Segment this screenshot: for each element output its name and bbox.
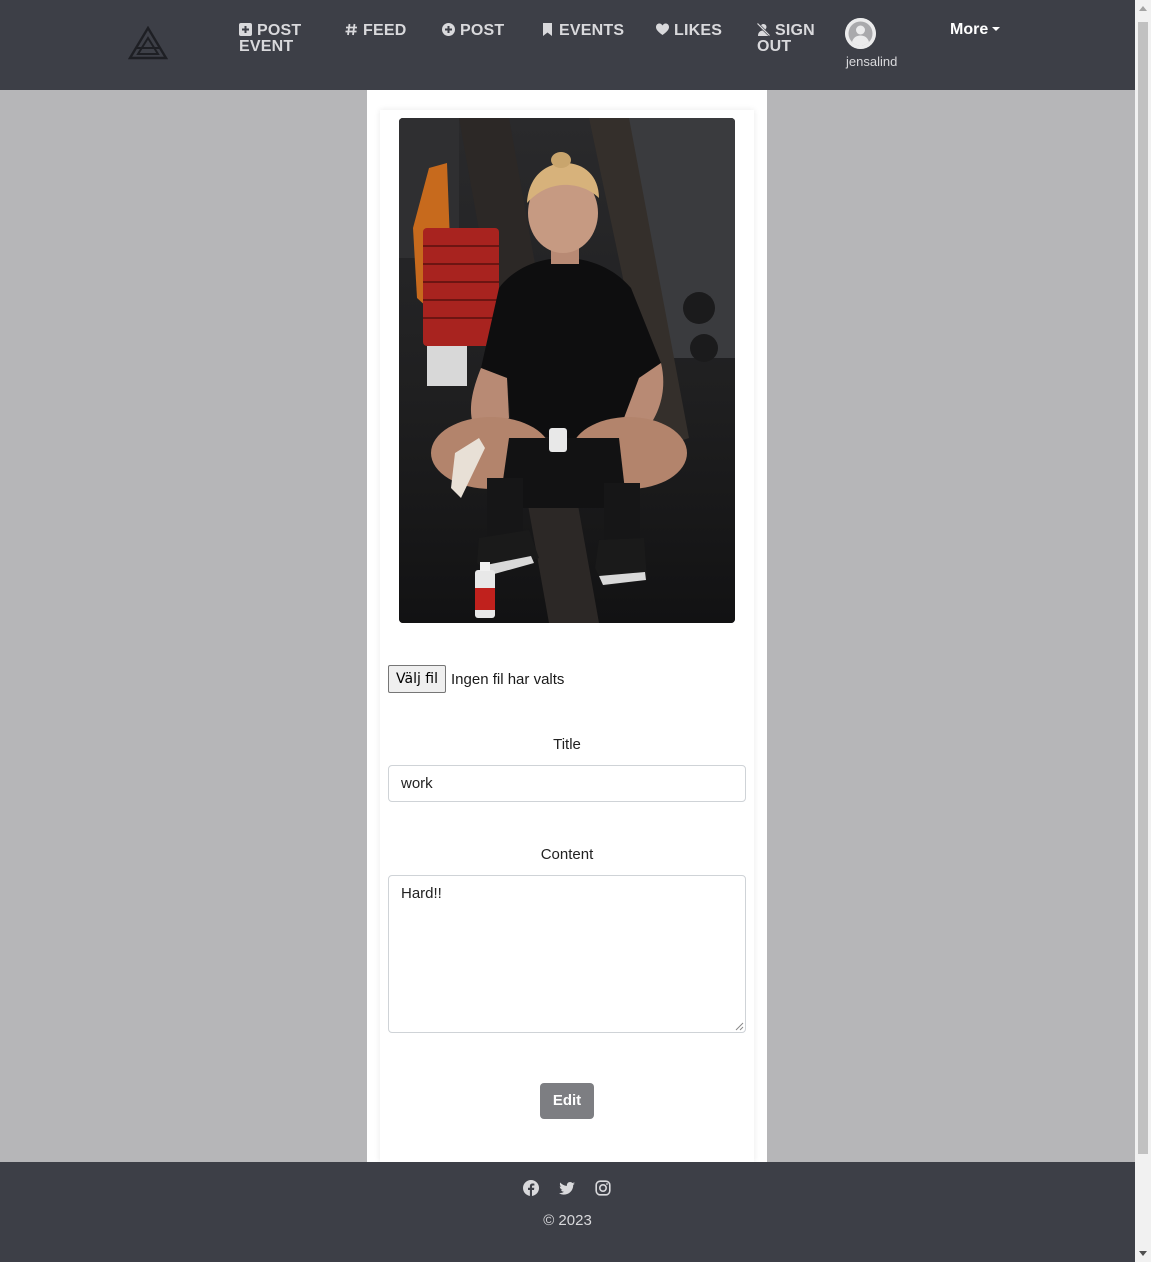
username: jensalind — [846, 54, 898, 69]
facebook-icon[interactable] — [523, 1180, 539, 1196]
file-status: Ingen fil har valts — [451, 670, 565, 688]
resize-handle-icon[interactable] — [735, 1022, 744, 1031]
twitter-icon[interactable] — [559, 1180, 575, 1196]
nav-feed-label: FEED — [363, 22, 407, 39]
post-image — [399, 118, 735, 623]
instagram-icon[interactable] — [595, 1180, 611, 1196]
plus-circle-icon — [442, 23, 455, 36]
choose-file-button[interactable]: Välj fil — [388, 665, 447, 693]
nav-sign-out-label: SIGN — [775, 22, 815, 39]
scroll-down-icon[interactable] — [1139, 1251, 1147, 1256]
nav-post-event[interactable]: POST EVENT — [239, 23, 301, 55]
nav-likes[interactable]: LIKES — [656, 23, 722, 39]
hashtag-icon — [345, 23, 358, 36]
heart-icon — [656, 23, 669, 36]
edit-button[interactable]: Edit — [540, 1083, 594, 1119]
caret-down-icon — [992, 27, 1001, 31]
nav-likes-label: LIKES — [674, 22, 723, 39]
navbar: POST EVENT FEED POST EVENTS LIKES SIGN O… — [0, 0, 1135, 90]
nav-sign-out-label-2: OUT — [757, 38, 792, 55]
scroll-up-icon[interactable] — [1139, 6, 1147, 11]
nav-post-event-label-2: EVENT — [239, 38, 294, 55]
scrollbar[interactable] — [1135, 0, 1151, 1262]
nav-events-label: EVENTS — [559, 22, 625, 39]
sign-out-icon — [757, 23, 770, 36]
content-textarea[interactable]: Hard!! — [388, 875, 746, 1033]
bookmark-icon — [541, 23, 554, 36]
copyright: © 2023 — [543, 1212, 592, 1229]
edit-post-form: Välj fil Ingen fil har valts Title work … — [380, 110, 754, 1162]
nav-feed[interactable]: FEED — [345, 23, 406, 39]
title-input[interactable]: work — [388, 765, 746, 802]
avatar — [845, 18, 876, 49]
plus-square-icon — [239, 23, 252, 36]
logo-icon[interactable] — [127, 25, 169, 60]
profile-link[interactable]: jensalind — [845, 18, 905, 69]
more-label: More — [950, 21, 989, 38]
nav-sign-out[interactable]: SIGN OUT — [757, 23, 815, 55]
more-dropdown[interactable]: More — [950, 21, 1001, 39]
scrollbar-thumb[interactable] — [1138, 22, 1148, 1154]
file-picker: Välj fil Ingen fil har valts — [388, 665, 564, 693]
nav-events[interactable]: EVENTS — [541, 23, 624, 39]
nav-post-label: POST — [460, 22, 505, 39]
content-text: Hard!! — [401, 885, 442, 902]
nav-post-event-label: POST — [257, 22, 302, 39]
nav-post[interactable]: POST — [442, 23, 504, 39]
footer: © 2023 — [0, 1162, 1135, 1262]
title-label: Title — [553, 736, 581, 753]
main-column: Välj fil Ingen fil har valts Title work … — [367, 90, 767, 1162]
content-label: Content — [540, 846, 594, 863]
